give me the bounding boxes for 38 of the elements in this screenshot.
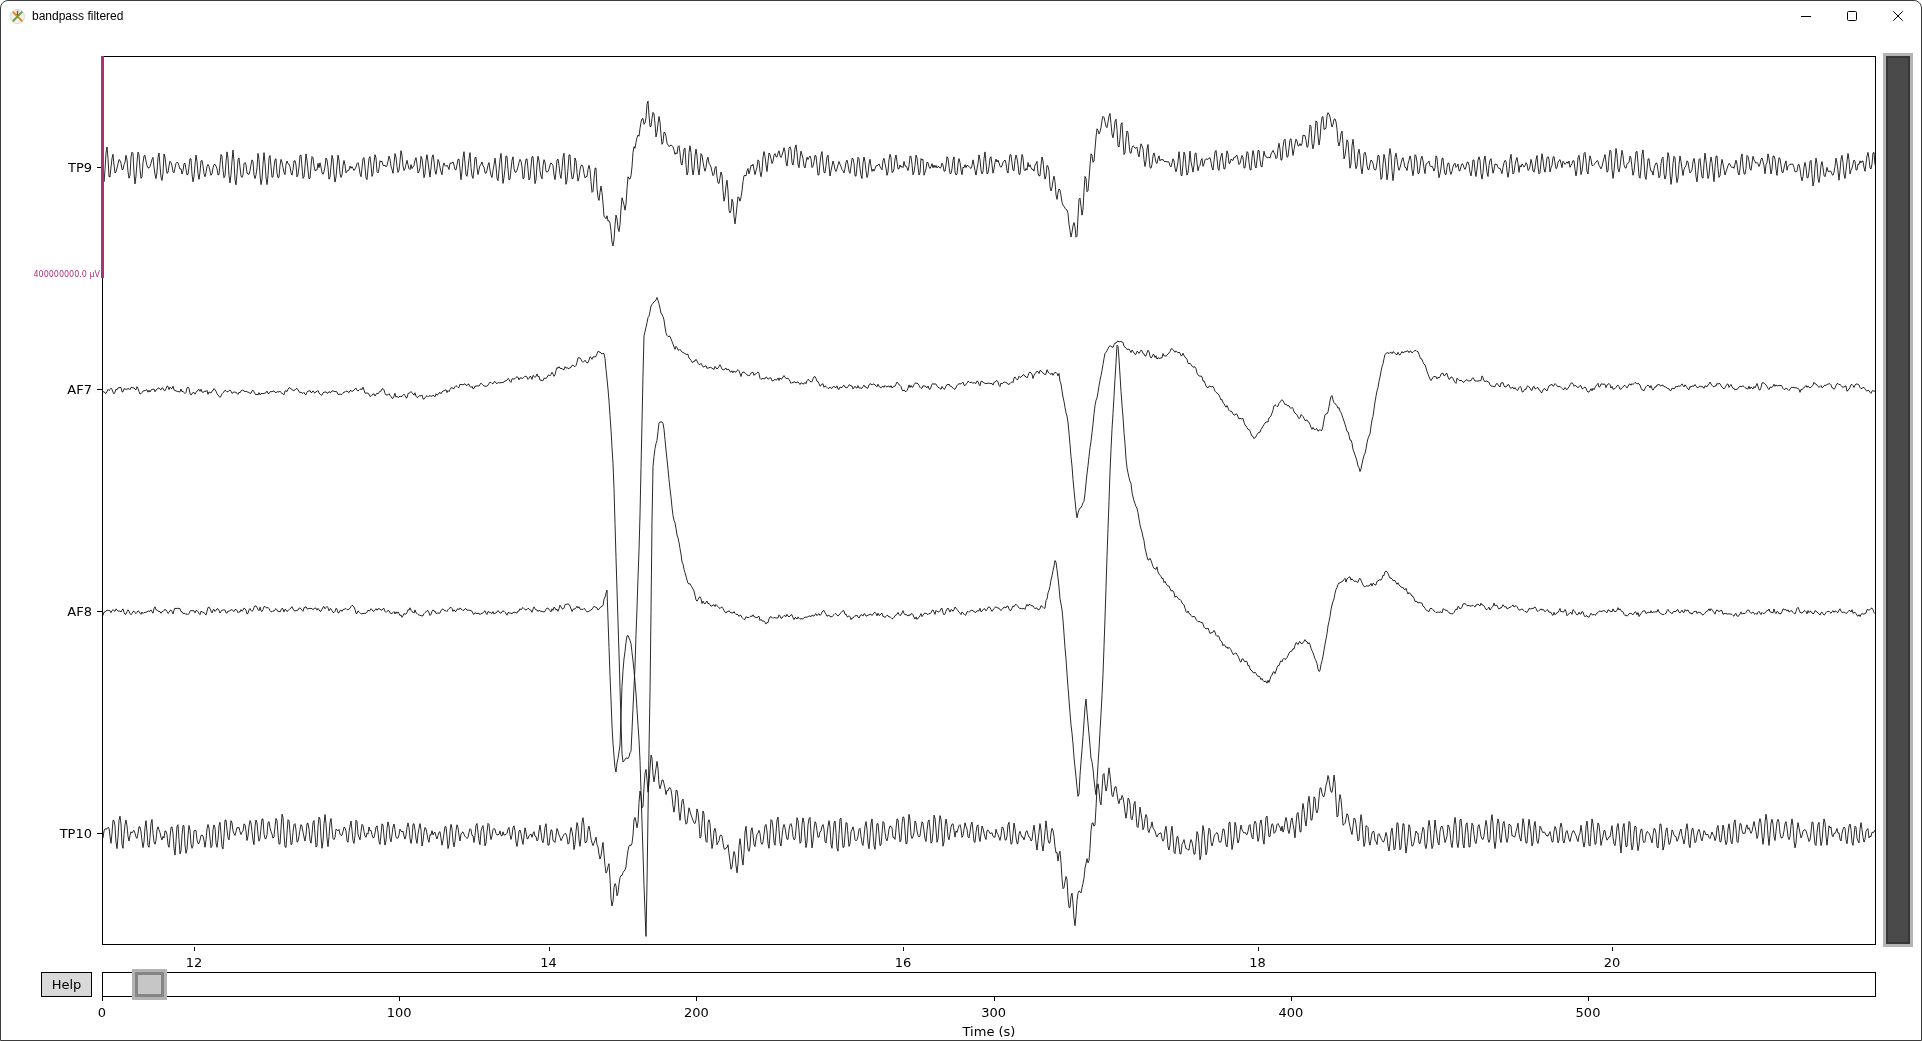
tick-label: 200	[684, 1005, 709, 1020]
tick-label: 500	[1575, 1005, 1601, 1020]
vertical-scrollbar[interactable]	[1883, 53, 1913, 947]
tick-label: 14	[540, 955, 557, 970]
channel-label: AF8	[67, 604, 92, 620]
close-icon	[1893, 11, 1903, 21]
tick-mark	[903, 947, 904, 951]
tick-mark	[696, 997, 698, 1001]
tick-mark	[1612, 947, 1613, 951]
maximize-icon	[1847, 11, 1857, 21]
tick-label: 18	[1249, 955, 1266, 970]
tick-mark	[993, 997, 995, 1001]
tick-mark	[194, 947, 195, 951]
tick-label: 12	[185, 955, 203, 970]
help-button[interactable]: Help	[41, 972, 92, 997]
tick-mark	[1257, 947, 1259, 951]
tick-label: 300	[981, 1005, 1006, 1020]
tick-label: 0	[97, 1005, 107, 1020]
tick-label: 400	[1278, 1005, 1304, 1020]
tick-mark	[548, 947, 550, 951]
tick-label: 20	[1603, 955, 1621, 970]
window-title: bandpass filtered	[32, 9, 124, 23]
tick-mark	[102, 997, 103, 1001]
axis-title: Time (s)	[962, 1024, 1016, 1039]
app-icon	[10, 8, 25, 24]
overview-scrollbar[interactable]	[102, 972, 1876, 997]
minimize-icon	[1801, 15, 1811, 17]
tick-label: 100	[386, 1005, 412, 1020]
channel-label: TP9	[67, 159, 92, 175]
tick-mark	[1290, 997, 1292, 1001]
channel-label: AF7	[67, 381, 92, 397]
scrollbar-thumb[interactable]	[132, 969, 167, 1000]
tick-mark	[399, 997, 401, 1001]
tick-label: 16	[894, 955, 912, 970]
channel-label: TP10	[59, 826, 92, 842]
tick-mark	[1588, 997, 1589, 1001]
tick-mark	[97, 166, 102, 168]
scale-bar-label: 400000000.0 µV	[33, 270, 100, 281]
